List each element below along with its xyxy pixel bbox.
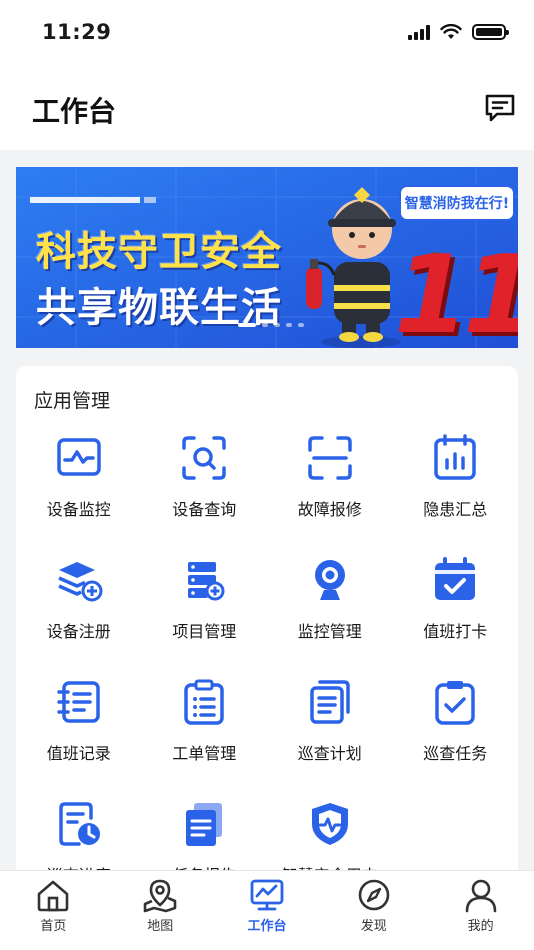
signal-icon [408,24,430,40]
app-label: 工单管理 [172,744,237,763]
record-book-icon [57,681,100,723]
app-patrol-task[interactable]: 巡查任务 [393,668,519,790]
banner-number: 119 [394,233,518,348]
app-label: 巡查任务 [423,744,488,763]
app-management-card: 应用管理 设备监控 设备查询 故障报修 隐患汇总 设备注册 项目管理 监控管理 … [16,366,518,886]
monitor-chart-icon [57,438,101,476]
nav-bar: 工作台 [0,70,534,150]
tab-discover[interactable]: 发现 [320,871,427,950]
scan-frame-icon [308,436,352,480]
carousel-dot[interactable] [238,323,256,327]
bottom-tab-bar: 首页 地图 工作台 发现 我的 [0,870,534,950]
message-icon [485,94,515,122]
app-label: 巡查计划 [297,744,362,763]
app-fault-repair[interactable]: 故障报修 [267,424,393,546]
app-label: 故障报修 [297,500,362,519]
status-bar: 11:29 [0,0,534,70]
app-duty-checkin[interactable]: 值班打卡 [393,546,519,668]
app-label: 设备查询 [172,500,237,519]
layers-add-icon [58,562,103,602]
app-device-monitor[interactable]: 设备监控 [16,424,142,546]
app-monitor-management[interactable]: 监控管理 [267,546,393,668]
app-device-query[interactable]: 设备查询 [142,424,268,546]
message-button[interactable] [480,88,520,128]
document-clock-icon [59,802,100,846]
compass-icon [358,879,390,911]
status-icons [408,24,509,40]
clipboard-check-icon [435,681,475,725]
app-label: 值班记录 [46,744,111,763]
battery-icon [472,24,509,40]
documents-icon [310,680,350,724]
app-duty-record[interactable]: 值班记录 [16,668,142,790]
shield-pulse-icon [311,803,348,845]
app-patrol-plan[interactable]: 巡查计划 [267,668,393,790]
banner-slogan: 智慧消防我在行! [399,185,515,221]
app-label: 值班打卡 [423,622,488,641]
app-grid: 设备监控 设备查询 故障报修 隐患汇总 设备注册 项目管理 监控管理 值班打卡 … [16,424,518,886]
bar-chart-icon [434,434,476,480]
app-project-management[interactable]: 项目管理 [142,546,268,668]
section-title: 应用管理 [34,390,111,412]
status-time: 11:29 [42,20,112,44]
wifi-icon [440,24,462,39]
app-label: 监控管理 [297,622,362,641]
carousel-dot[interactable] [274,323,280,327]
app-label: 设备注册 [46,622,111,641]
map-pin-icon [143,879,177,913]
app-label: 设备监控 [46,500,111,519]
carousel-dot[interactable] [286,323,292,327]
app-device-register[interactable]: 设备注册 [16,546,142,668]
tab-workbench[interactable]: 工作台 [214,871,321,950]
home-icon [38,880,69,912]
app-label: 项目管理 [172,622,237,641]
webcam-icon [314,560,345,600]
app-hazard-summary[interactable]: 隐患汇总 [393,424,519,546]
app-label: 隐患汇总 [423,500,488,519]
carousel-indicator[interactable] [238,323,304,327]
tab-label: 我的 [467,919,494,934]
app-workorder-management[interactable]: 工单管理 [142,668,268,790]
tab-label: 工作台 [247,919,287,934]
user-icon [465,879,496,913]
page-title: 工作台 [32,95,117,128]
report-stack-icon [186,803,223,846]
banner-headline: 科技守卫安全 [36,229,282,275]
workbench-icon [250,879,284,911]
server-add-icon [188,562,225,601]
scan-search-icon [182,436,226,480]
calendar-check-icon [435,557,476,600]
tab-label: 首页 [40,919,67,934]
tab-home[interactable]: 首页 [0,871,107,950]
promo-banner[interactable]: 科技守卫安全 共享物联生活 智慧消防我在行! 119 [16,167,518,348]
tab-mine[interactable]: 我的 [427,871,534,950]
carousel-dot[interactable] [298,323,304,327]
tab-map[interactable]: 地图 [107,871,214,950]
clipboard-list-icon [184,679,224,725]
carousel-dot[interactable] [262,323,268,327]
tab-label: 地图 [147,919,174,934]
tab-label: 发现 [360,919,387,934]
